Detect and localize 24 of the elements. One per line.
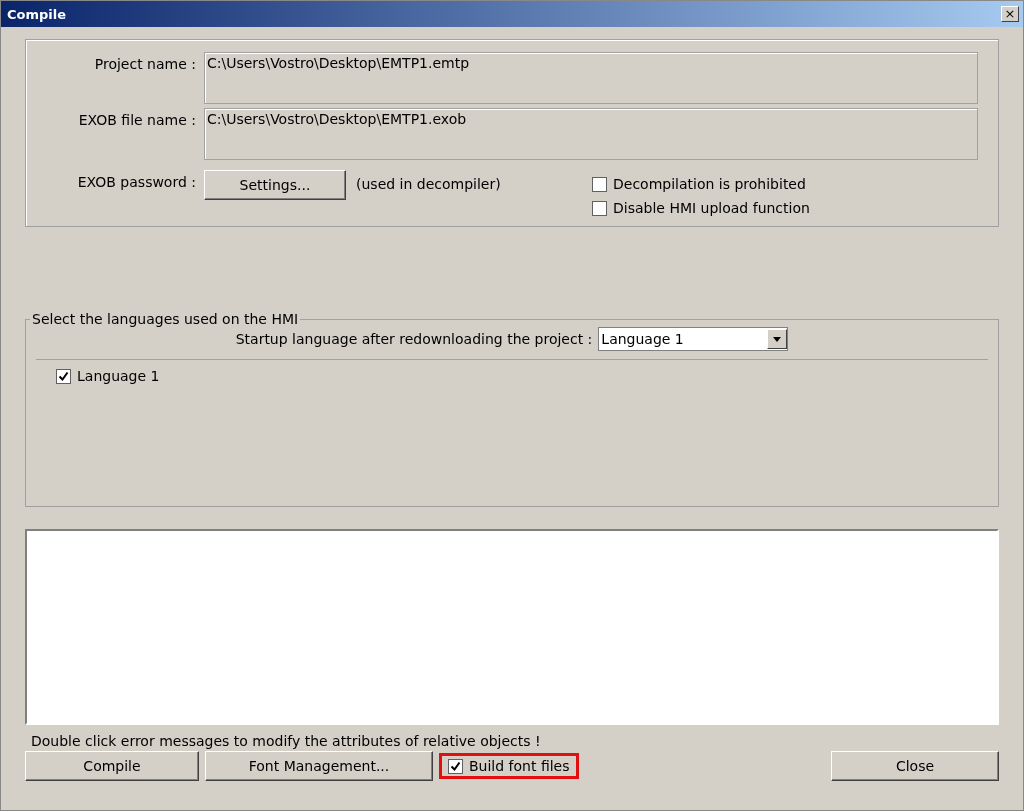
field-label: EXOB file name : <box>77 111 197 128</box>
hint-text: Double click error messages to modify the attributes of relative objects ! <box>31 733 542 749</box>
password-note: (used in decompiler) <box>356 176 502 192</box>
close-dialog-button[interactable]: Close <box>831 751 999 781</box>
build-fonts-label: Build font files <box>469 758 570 774</box>
build-fonts-checkbox[interactable]: Build font files <box>439 753 579 779</box>
settings-button[interactable]: Settings... <box>204 170 346 200</box>
close-button[interactable]: × <box>1001 6 1019 22</box>
checkbox[interactable] <box>592 200 607 216</box>
field-label: Project name : <box>93 55 197 72</box>
language-label: Language 1 <box>77 368 160 384</box>
window-title: Compile <box>7 6 67 22</box>
language-checkbox[interactable]: Language 1 <box>56 368 160 384</box>
compile-button[interactable]: Compile <box>25 751 199 781</box>
checkbox[interactable] <box>592 176 607 192</box>
checkbox[interactable] <box>56 368 71 384</box>
path-field: C:\Users\Vostro\Desktop\EMTP1.exob <box>204 108 978 160</box>
startup-label: Startup language after redownloading the project : <box>235 331 593 347</box>
password-label: EXOB password : <box>76 173 197 190</box>
path-field: C:\Users\Vostro\Desktop\EMTP1.emtp <box>204 52 978 104</box>
group-legend: Select the languages used on the HMI <box>30 311 301 327</box>
checkbox[interactable] <box>448 758 463 774</box>
language-dropdown[interactable]: Language 1 <box>598 327 789 351</box>
font-management-button[interactable]: Font Management... <box>205 751 433 781</box>
